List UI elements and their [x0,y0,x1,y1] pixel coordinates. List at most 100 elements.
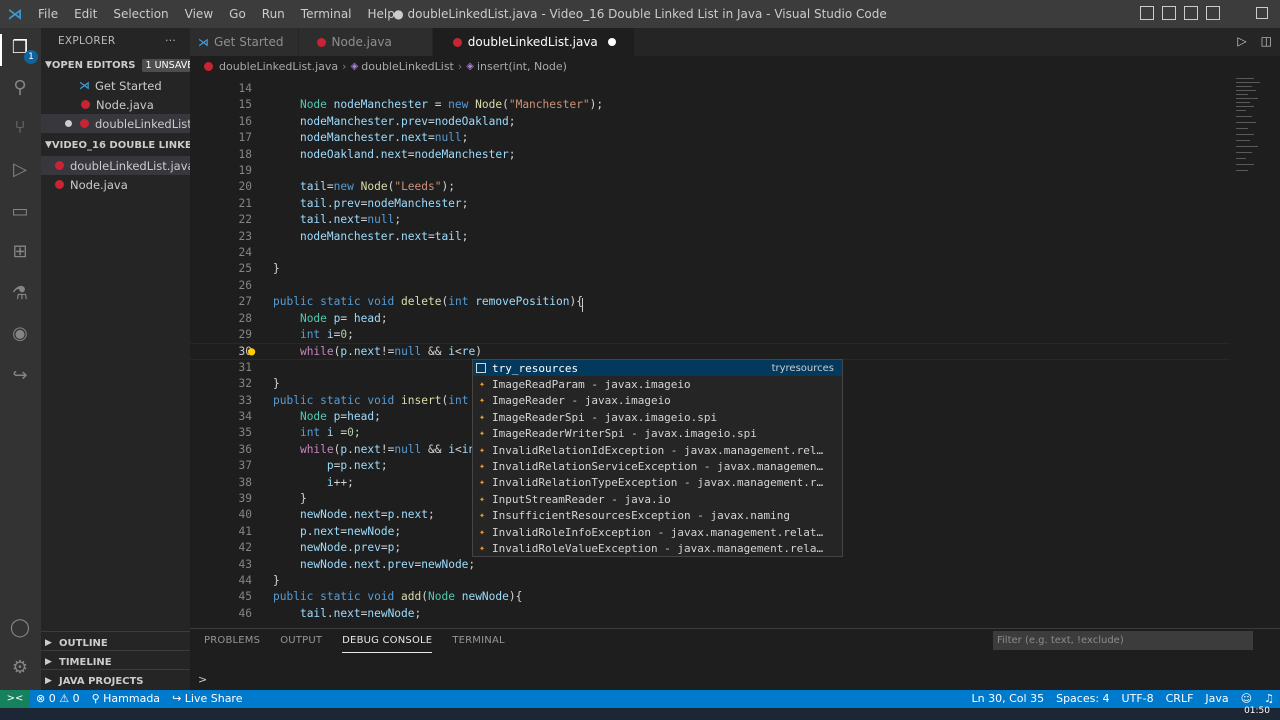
breadcrumb-class[interactable]: doubleLinkedList [361,60,454,73]
code-line: 29 int i=0; [190,327,1230,343]
debug-filter-input[interactable]: Filter (e.g. text, !exclude) [993,631,1253,650]
code-line: 28 Node p= head; [190,311,1230,327]
tab-debug-console[interactable]: DEBUG CONSOLE [342,629,433,653]
tab-output[interactable]: OUTPUT [280,629,322,653]
language-mode[interactable]: Java [1199,690,1234,708]
remote-explorer-icon[interactable]: ▭ [8,200,32,224]
code-line: 14 [190,81,1230,97]
accounts-icon[interactable]: ◯ [8,616,32,640]
suggestion-item[interactable]: ✦ InvalidRelationTypeException - javax.ma… [473,475,842,491]
code-line: 26 [190,278,1230,294]
suggestion-item[interactable]: ✦ InsufficientResourcesException - javax.… [473,508,842,524]
minimap[interactable] [1230,76,1280,628]
toggle-secondary-sidebar-icon[interactable] [1184,6,1198,20]
line-number: 16 [238,114,252,128]
taskbar-clock: 01:50 [1244,706,1270,716]
extensions-icon[interactable]: ⊞ [8,240,32,264]
suggestion-item[interactable]: ✦ ImageReaderSpi - javax.imageio.spi [473,409,842,425]
unsaved-dot-icon[interactable] [607,38,616,46]
run-debug-icon[interactable]: ▷ [8,158,32,182]
search-icon[interactable]: ⚲ [8,76,32,100]
run-icon[interactable]: ▷ [1237,34,1246,48]
suggestion-item[interactable]: ✦ ImageReadParam - javax.imageio [473,376,842,392]
line-endings[interactable]: CRLF [1160,690,1200,708]
customize-layout-icon[interactable] [1206,6,1220,20]
line-number: 22 [238,213,252,227]
open-editors-section[interactable]: ▼ OPEN EDITORS 1 UNSAVED [41,54,190,76]
open-editor-doublelinkedlist[interactable]: doubleLinkedList... [41,114,190,133]
debug-console-prompt[interactable]: > [198,673,207,686]
bottom-panel: PROBLEMS OUTPUT DEBUG CONSOLE TERMINAL F… [190,628,1280,690]
class-icon: ✦ [478,542,486,554]
line-number: 17 [238,131,252,145]
class-icon: ✦ [478,493,486,505]
breadcrumb-file[interactable]: doubleLinkedList.java [219,60,338,73]
cursor-position[interactable]: Ln 30, Col 35 [966,690,1051,708]
indentation[interactable]: Spaces: 4 [1050,690,1115,708]
toggle-sidebar-icon[interactable] [1140,6,1154,20]
suggestion-item[interactable]: ✦ InvalidRoleInfoException - javax.manage… [473,524,842,540]
testing-icon[interactable]: ⚗ [8,282,32,306]
editor-actions: ▷ ◫ [1237,34,1272,48]
code-line: 17 nodeManchester.next=null; [190,130,1230,146]
file-doublelinkedlist-java[interactable]: doubleLinkedList.java [41,156,190,175]
live-share-icon[interactable]: ↪ [8,364,32,388]
suggestion-label: ImageReader - javax.imageio [492,394,671,408]
file-node-java[interactable]: Node.java [41,175,190,194]
chevron-down-icon: ▼ [45,140,52,150]
java-projects-section[interactable]: ▶ JAVA PROJECTS [41,669,190,692]
line-number: 19 [238,164,252,177]
user-status[interactable]: ⚲ Hammada [86,690,166,708]
suggestion-item[interactable]: ✦ InvalidRoleValueException - javax.manag… [473,540,842,556]
menu-run[interactable]: Run [254,0,293,28]
menu-go[interactable]: Go [221,0,254,28]
tab-problems[interactable]: PROBLEMS [204,629,260,653]
split-editor-icon[interactable]: ◫ [1261,34,1272,48]
breadcrumb-method[interactable]: insert(int, Node) [477,60,567,73]
line-number: 40 [238,508,252,522]
menu-terminal[interactable]: Terminal [293,0,360,28]
code-line: 16 nodeManchester.prev=nodeOakland; [190,114,1230,130]
class-icon: ✦ [478,477,486,489]
suggestion-item[interactable]: ✦ InputStreamReader - java.io [473,491,842,507]
github-icon[interactable]: ◉ [8,322,32,346]
problems-status[interactable]: ⊗ 0 ⚠ 0 [30,690,86,708]
current-code-line: 30 ● while(p.next!=null && i<re) [190,343,1230,360]
line-number: 30 [238,345,252,359]
suggestion-item[interactable]: ✦ ImageReaderWriterSpi - javax.imageio.sp… [473,426,842,442]
tab-label: doubleLinkedList.java [467,35,598,49]
menu-edit[interactable]: Edit [66,0,105,28]
layout-controls [1140,6,1220,20]
remote-indicator[interactable]: >< [0,690,30,708]
menu-view[interactable]: View [177,0,221,28]
restore-window-icon[interactable] [1256,7,1268,19]
java-file-icon [316,37,326,47]
menu-selection[interactable]: Selection [105,0,176,28]
tab-terminal[interactable]: TERMINAL [452,629,504,653]
encoding[interactable]: UTF-8 [1116,690,1160,708]
code-line: 18 nodeOakland.next=nodeManchester; [190,147,1230,163]
suggestion-item[interactable]: ✦ InvalidRelationServiceException - javax… [473,458,842,474]
menu-file[interactable]: File [30,0,66,28]
toggle-panel-icon[interactable] [1162,6,1176,20]
manage-gear-icon[interactable]: ⚙ [8,656,32,680]
explorer-more-icon[interactable]: ··· [165,35,176,47]
tab-doublelinkedlist-java[interactable]: doubleLinkedList.java [432,28,635,56]
suggestion-item[interactable]: try_resources tryresources [473,360,842,377]
activity-bar: ❐ 1 ⚲ ⑂ ▷ ▭ ⊞ ⚗ ◉ ↪ ◯ ⚙ [0,28,41,690]
source-control-icon[interactable]: ⑂ [8,116,32,140]
lightbulb-icon[interactable]: ● [248,343,255,359]
line-number: 15 [238,98,252,112]
class-icon: ✦ [478,444,486,456]
menu-help[interactable]: Help [360,0,403,28]
suggestion-item[interactable]: ✦ ImageReader - javax.imageio [473,393,842,409]
tab-get-started[interactable]: ⋊ Get Started [190,28,299,56]
live-share-status[interactable]: ↪ Live Share [166,690,248,708]
suggestion-item[interactable]: ✦ InvalidRelationIdException - javax.mana… [473,442,842,458]
folder-section[interactable]: ▼ VIDEO_16 DOUBLE LINKED... [41,134,190,156]
suggestion-label: InvalidRoleInfoException - javax.managem… [492,525,824,539]
open-editor-node-java[interactable]: Node.java [41,95,190,114]
tab-node-java[interactable]: Node.java [298,28,433,56]
suggestion-label: InvalidRelationIdException - javax.manag… [492,443,824,457]
open-editor-get-started[interactable]: ⋊ Get Started [41,76,190,95]
